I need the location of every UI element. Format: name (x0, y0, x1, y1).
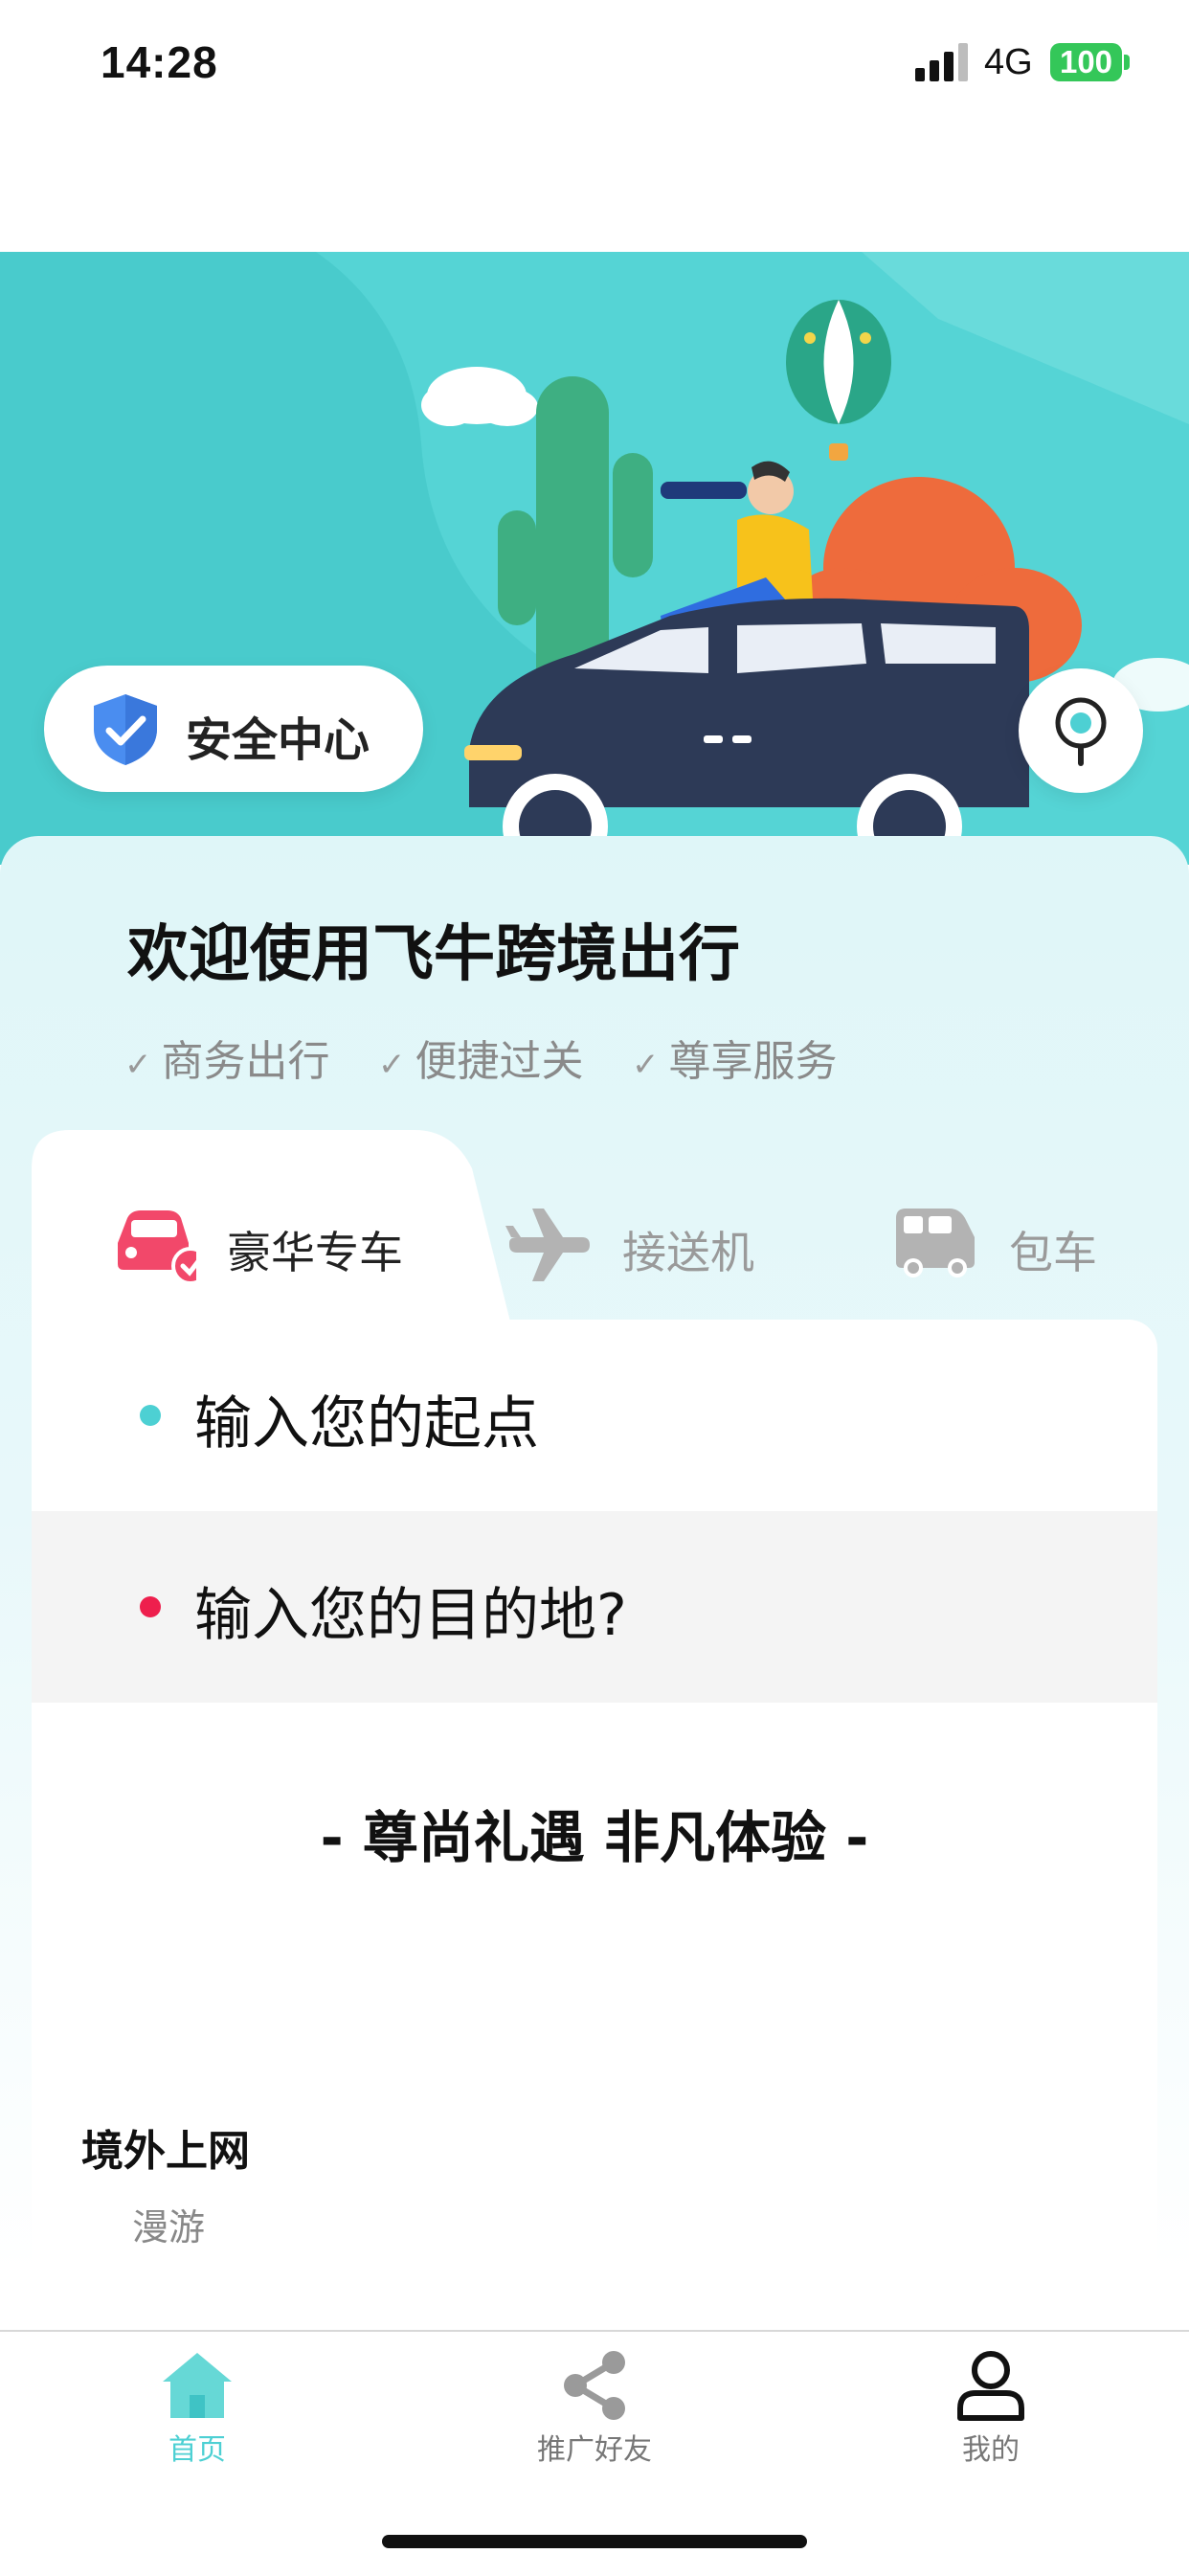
battery-icon: 100 (1050, 43, 1122, 81)
roaming-title[interactable]: 境外上网 (81, 2116, 250, 2178)
safety-center-button[interactable]: 安全中心 (44, 666, 423, 792)
destination-dot-icon (140, 1596, 161, 1617)
origin-input[interactable]: 输入您的起点 (32, 1320, 1157, 1511)
locate-button[interactable] (1019, 668, 1143, 793)
origin-dot-icon (140, 1405, 161, 1426)
welcome-title: 欢迎使用飞牛跨境出行 (127, 919, 740, 990)
tab-luxury-car[interactable]: 豪华专车 (108, 1205, 424, 1300)
tab-airport-transfer[interactable]: 接送机 (505, 1205, 774, 1300)
feature-item: ✓ 便捷过关 (378, 1027, 584, 1088)
destination-placeholder: 输入您的目的地? (194, 1582, 627, 1649)
home-indicator (382, 2535, 807, 2548)
profile-icon (957, 2351, 1024, 2421)
nav-invite-friends[interactable]: 推广好友 (493, 2349, 684, 2474)
nav-home[interactable]: 首页 (96, 2349, 287, 2474)
feature-item: ✓ 商务出行 (124, 1027, 330, 1088)
check-icon: ✓ (632, 1046, 660, 1084)
check-icon: ✓ (124, 1046, 152, 1084)
nav-profile[interactable]: 我的 (889, 2349, 1081, 2474)
roaming-subtitle: 漫游 (132, 2206, 206, 2248)
share-icon (564, 2351, 625, 2420)
check-icon: ✓ (378, 1046, 406, 1084)
origin-placeholder: 输入您的起点 (194, 1390, 539, 1457)
tab-label: 豪华专车 (227, 1227, 403, 1278)
status-bar: 14:28 4G 100 (0, 0, 1189, 129)
tab-label: 包车 (1009, 1227, 1097, 1278)
nav-label: 推广好友 (537, 2433, 652, 2467)
location-pin-icon (1055, 697, 1107, 766)
tab-label: 接送机 (622, 1227, 754, 1278)
signal-icon (915, 43, 968, 81)
feature-label: 便捷过关 (415, 1037, 584, 1086)
nav-label: 首页 (168, 2433, 226, 2467)
feature-label: 尊享服务 (668, 1037, 838, 1086)
car-icon (118, 1210, 196, 1285)
status-time: 14:28 (101, 37, 218, 87)
slogan-text: - 尊尚礼遇 非凡体验 - (320, 1805, 869, 1870)
battery-tip (1124, 55, 1130, 70)
feature-item: ✓ 尊享服务 (632, 1027, 838, 1088)
tab-charter[interactable]: 包车 (892, 1205, 1141, 1300)
nav-label: 我的 (962, 2433, 1020, 2467)
airplane-icon (505, 1209, 590, 1281)
safety-center-label: 安全中心 (186, 713, 370, 767)
network-type: 4G (984, 42, 1033, 82)
home-icon (163, 2353, 232, 2418)
shield-check-icon (94, 694, 157, 765)
destination-input[interactable]: 输入您的目的地? (32, 1511, 1157, 1703)
feature-label: 商务出行 (161, 1037, 330, 1086)
van-icon (896, 1209, 975, 1277)
